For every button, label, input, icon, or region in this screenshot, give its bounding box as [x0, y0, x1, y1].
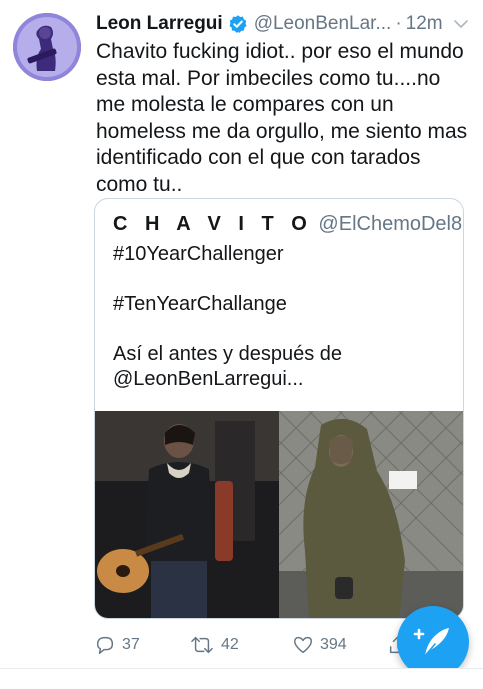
avatar[interactable]: [13, 13, 81, 81]
like-count: 394: [320, 636, 347, 653]
quoted-tweet-media[interactable]: [95, 411, 463, 618]
chevron-down-icon[interactable]: [453, 16, 469, 32]
quoted-author-name: C H A V I T O: [113, 213, 313, 235]
quoted-tweet-text: #10YearChallenger #TenYearChallange Así …: [113, 243, 343, 390]
quoted-tweet[interactable]: C H A V I T O @ElChemoDel8 #10YearChalle…: [94, 198, 464, 619]
timestamp[interactable]: 12m: [406, 13, 443, 35]
compose-tweet-icon: [413, 628, 449, 657]
separator-dot: ·: [395, 13, 402, 34]
retweet-icon: [191, 636, 213, 654]
verified-badge-icon: [228, 14, 248, 34]
photo-after[interactable]: [279, 411, 463, 618]
photo-before[interactable]: [95, 411, 279, 618]
reply-count: 37: [122, 636, 140, 653]
quoted-tweet-header: C H A V I T O @ElChemoDel8: [113, 213, 462, 236]
tweet-text: Chavito fucking idiot.. por eso el mundo…: [96, 40, 474, 196]
heart-icon: [294, 636, 312, 654]
next-tweet-divider: [0, 668, 483, 689]
avatar-image: [13, 13, 81, 81]
quoted-author-handle: @ElChemoDel8: [318, 213, 463, 235]
retweet-count: 42: [221, 636, 239, 653]
reply-icon: [96, 636, 114, 654]
reply-button[interactable]: 37: [94, 634, 189, 656]
tweet-header: Leon Larregui @LeonBenLar... · 12m: [96, 11, 469, 37]
author-name[interactable]: Leon Larregui: [96, 13, 223, 35]
like-button[interactable]: 394: [292, 634, 387, 656]
retweet-button[interactable]: 42: [189, 634, 292, 656]
author-handle[interactable]: @LeonBenLar...: [254, 13, 392, 35]
